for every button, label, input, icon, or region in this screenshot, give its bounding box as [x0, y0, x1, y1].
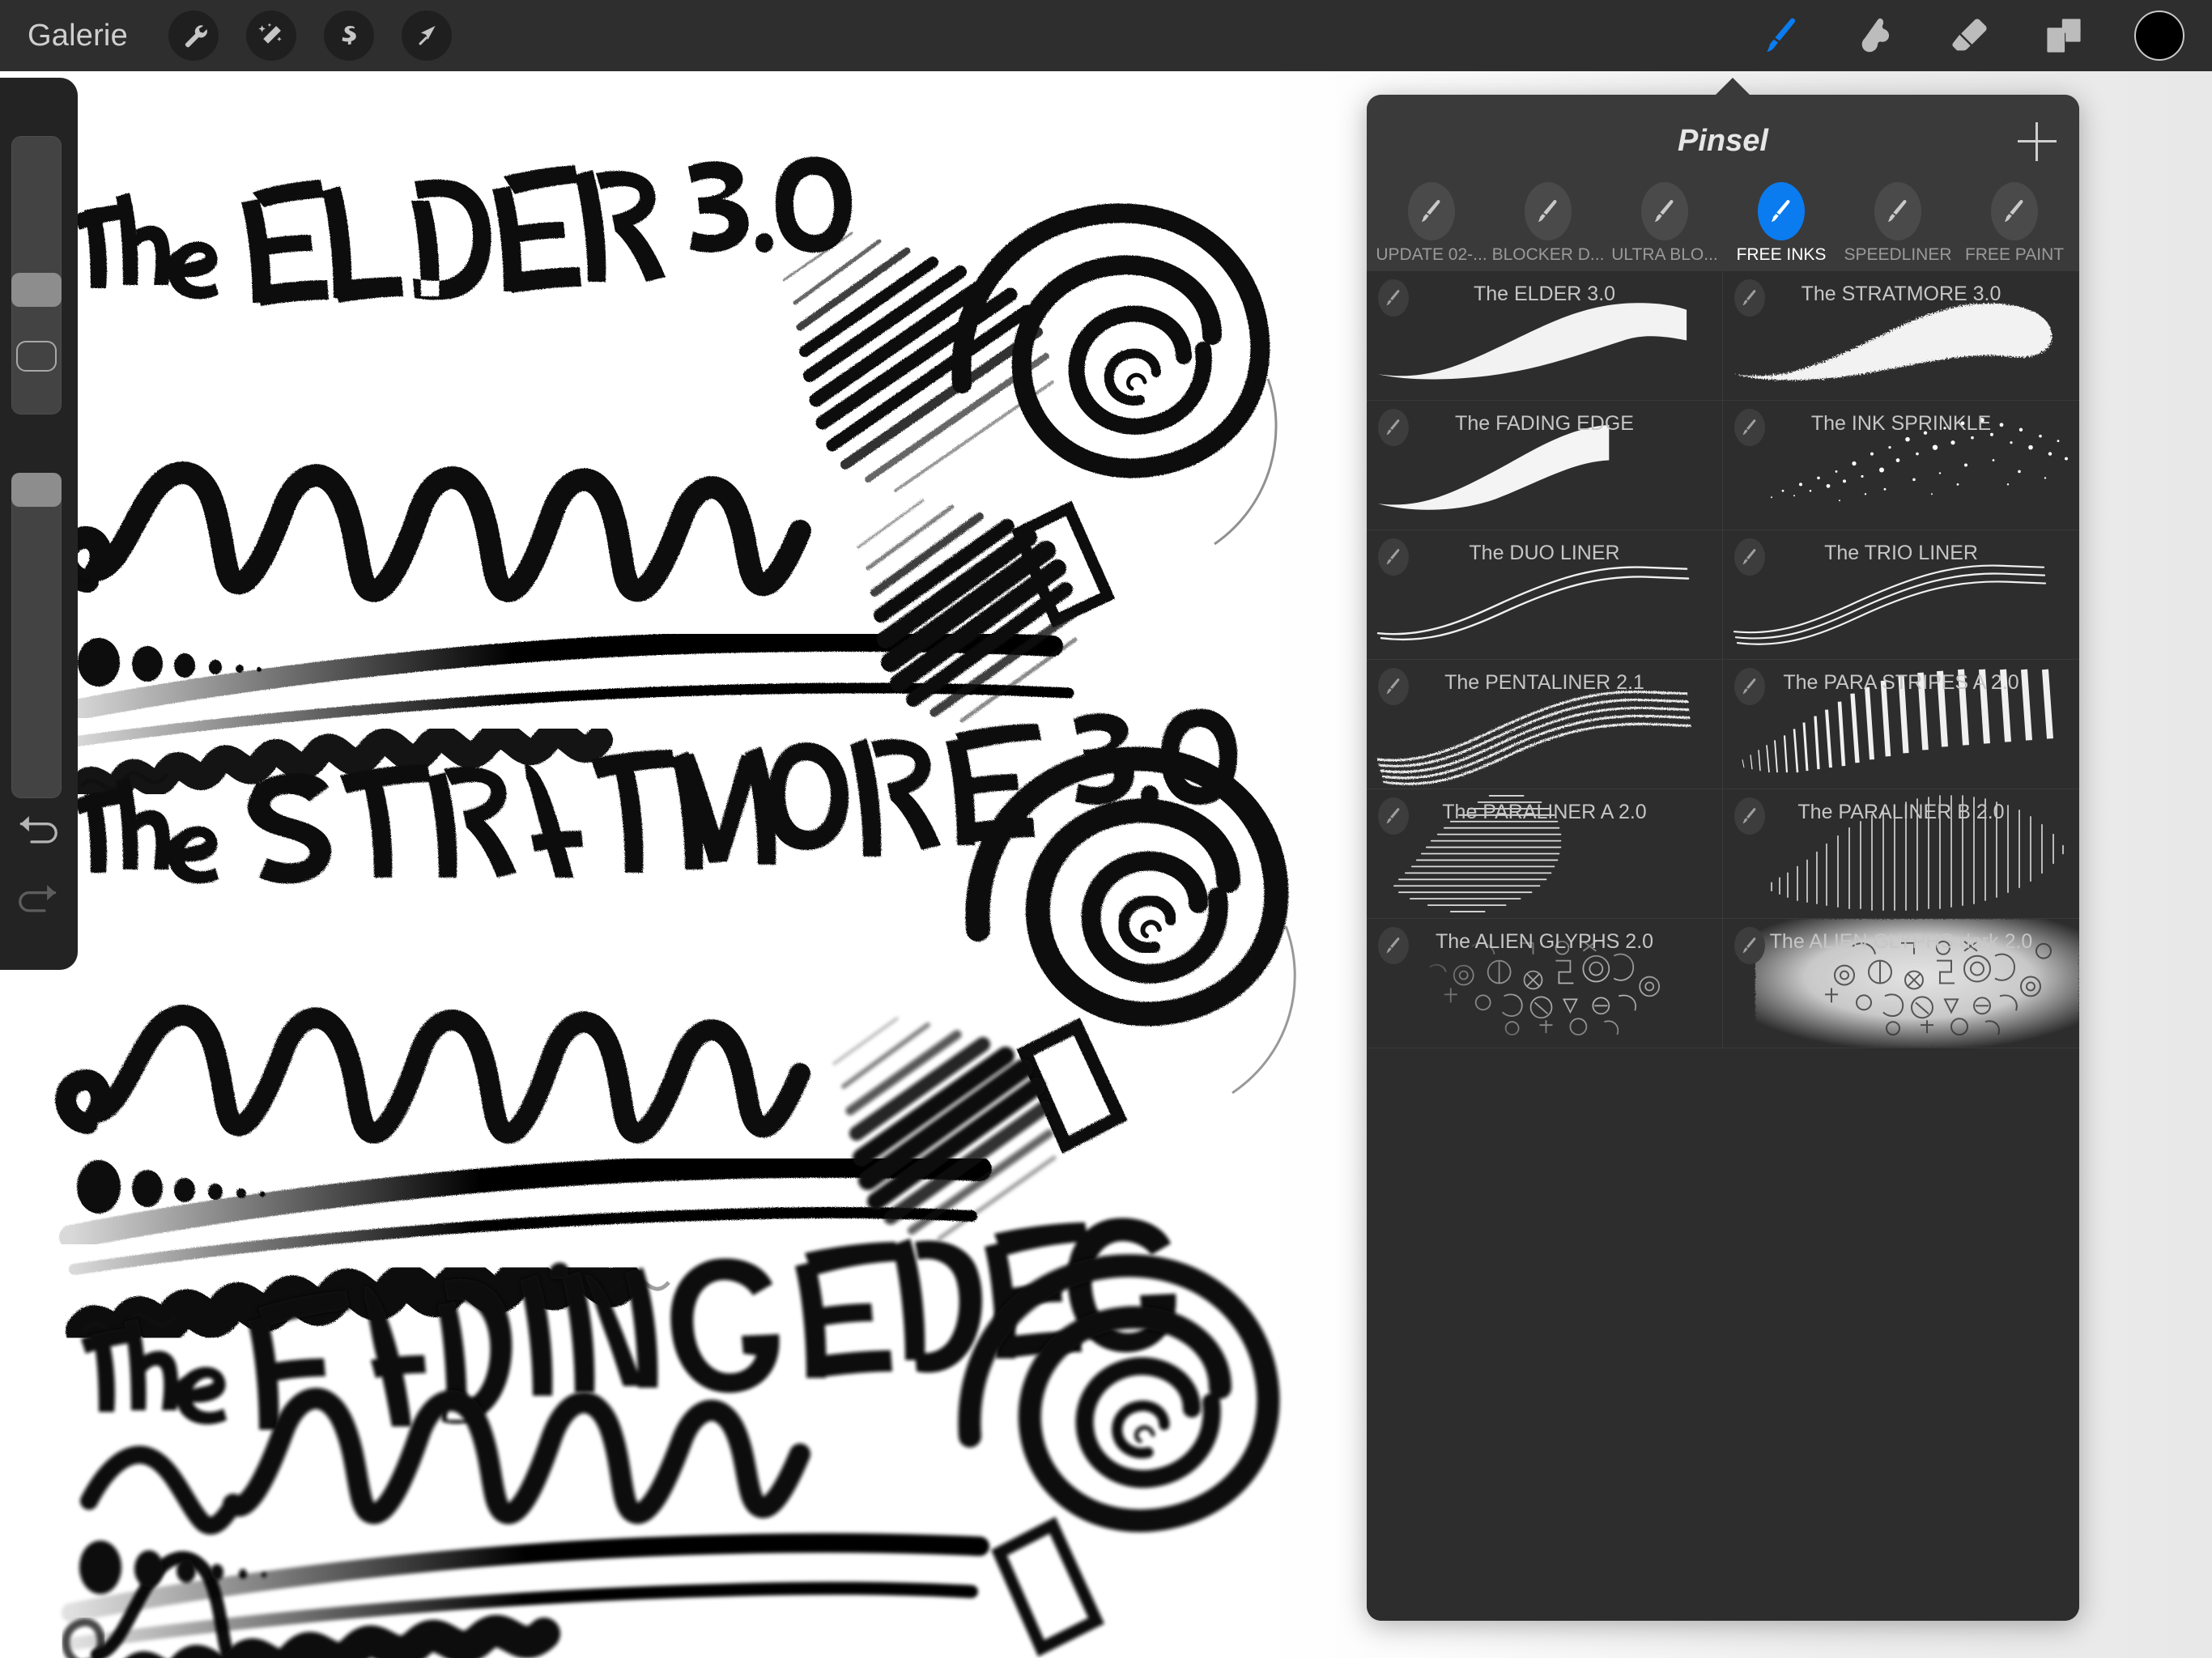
add-brush-button[interactable]: [2018, 122, 2057, 161]
brush-set-tab[interactable]: UPDATE 02-...: [1373, 182, 1490, 265]
eraser-icon[interactable]: [1946, 12, 1993, 59]
brush-set-icon: [1991, 182, 2038, 240]
transform-arrow-icon[interactable]: [401, 11, 452, 61]
brush-set-label: FREE PAINT: [1964, 245, 2065, 264]
brush-thumb-icon: [1378, 279, 1409, 317]
brush-set-icon: [1641, 182, 1688, 240]
brush-set-label: BLOCKER D...: [1491, 245, 1605, 264]
brush-set-label: SPEEDLINER: [1844, 245, 1952, 264]
brush-preview: [1723, 660, 2079, 789]
brush-list-item[interactable]: The DUO LINER: [1367, 530, 1723, 660]
left-sidebar: [0, 78, 78, 970]
brush-list: The ELDER 3.0 The STRATMORE 3.0 The FADI…: [1367, 271, 2079, 1621]
brush-set-tab[interactable]: BLOCKER D...: [1490, 182, 1606, 265]
selection-s-icon[interactable]: [323, 11, 374, 61]
brush-list-item[interactable]: The ELDER 3.0: [1367, 271, 1723, 401]
right-tool-group: [1759, 0, 2184, 71]
brush-set-label: FREE INKS: [1736, 245, 1827, 264]
brush-opacity-slider[interactable]: [11, 473, 62, 798]
brush-list-item[interactable]: The STRATMORE 3.0: [1723, 271, 2079, 401]
brush-thumb-icon: [1734, 538, 1765, 576]
brush-list-item[interactable]: The INK SPRINKLE: [1723, 401, 2079, 530]
brush-set-icon: [1758, 182, 1805, 240]
color-swatch[interactable]: [2134, 11, 2184, 61]
brush-list-item[interactable]: The PARALINER A 2.0: [1367, 789, 1723, 919]
brush-preview: [1367, 530, 1722, 659]
left-tool-group: [168, 11, 452, 61]
brush-set-tab[interactable]: FREE PAINT: [1956, 182, 2073, 265]
brush-size-thumb[interactable]: [11, 273, 62, 307]
top-toolbar: Galerie: [0, 0, 2212, 71]
brush-set-icon: [1408, 182, 1455, 240]
paint-brush-icon[interactable]: [1759, 12, 1806, 59]
brush-preview: [1367, 271, 1722, 400]
brush-thumb-icon: [1734, 668, 1765, 705]
brush-preview: [1723, 401, 2079, 529]
brush-preview: [1367, 401, 1722, 529]
gallery-button[interactable]: Galerie: [28, 19, 128, 53]
brush-set-label: UPDATE 02-...: [1376, 245, 1487, 264]
brush-set-icon: [1525, 182, 1572, 240]
brush-list-item[interactable]: The PENTALINER 2.1: [1367, 660, 1723, 789]
adjustments-wand-icon[interactable]: [245, 11, 296, 61]
modify-button[interactable]: [16, 341, 57, 372]
brush-panel: Pinsel UPDATE 02-... BLOCKER D... ULTRA …: [1367, 95, 2079, 1621]
brush-thumb-icon: [1378, 409, 1409, 446]
brush-thumb-icon: [1734, 409, 1765, 446]
brush-set-icon: [1874, 182, 1921, 240]
brush-thumb-icon: [1378, 668, 1409, 705]
brush-size-slider[interactable]: [11, 136, 62, 414]
actions-wrench-icon[interactable]: [168, 11, 219, 61]
brush-thumb-icon: [1378, 927, 1409, 964]
procreate-app: Galerie Pinsel UPDATE 02-... BLOCKER D..…: [0, 0, 2212, 1658]
brush-preview: [1367, 919, 1722, 1048]
layers-icon[interactable]: [2040, 12, 2087, 59]
brush-preview: [1723, 530, 2079, 659]
brush-list-item[interactable]: The TRIO LINER: [1723, 530, 2079, 660]
brush-thumb-icon: [1734, 279, 1765, 317]
brush-preview: [1723, 789, 2079, 918]
redo-button[interactable]: [13, 875, 63, 920]
brush-preview: [1367, 789, 1722, 918]
panel-title: Pinsel: [1678, 124, 1768, 158]
brush-list-item[interactable]: The FADING EDGE: [1367, 401, 1723, 530]
brush-list-item[interactable]: The PARA STRIPES A 2.0: [1723, 660, 2079, 789]
brush-list-item[interactable]: The ALIEN GLYPHS 2.0: [1367, 919, 1723, 1048]
brush-set-tabs: UPDATE 02-... BLOCKER D... ULTRA BLO...: [1367, 182, 2079, 271]
brush-set-tab[interactable]: SPEEDLINER: [1840, 182, 1956, 265]
undo-button[interactable]: [13, 806, 63, 852]
brush-thumb-icon: [1378, 538, 1409, 576]
brush-set-tab-active[interactable]: FREE INKS: [1723, 182, 1840, 265]
brush-thumb-icon: [1734, 927, 1765, 964]
brush-preview: [1723, 271, 2079, 400]
brush-set-label: ULTRA BLO...: [1611, 245, 1718, 264]
brush-thumb-icon: [1378, 797, 1409, 835]
brush-set-tab[interactable]: ULTRA BLO...: [1606, 182, 1723, 265]
smudge-icon[interactable]: [1853, 12, 1899, 59]
panel-pointer: [1715, 78, 1750, 96]
brush-list-item[interactable]: The ALIEN GLYPHS dark 2.0: [1723, 919, 2079, 1048]
brush-list-item[interactable]: The PARALINER B 2.0: [1723, 789, 2079, 919]
artwork-strokes-lower: [0, 71, 1376, 1658]
brush-thumb-icon: [1734, 797, 1765, 835]
brush-preview: [1367, 660, 1722, 789]
br3ush-preview: [1723, 919, 2079, 1048]
brush-opacity-thumb[interactable]: [11, 473, 62, 507]
brush-panel-header: Pinsel UPDATE 02-... BLOCKER D... ULTRA …: [1367, 95, 2079, 271]
